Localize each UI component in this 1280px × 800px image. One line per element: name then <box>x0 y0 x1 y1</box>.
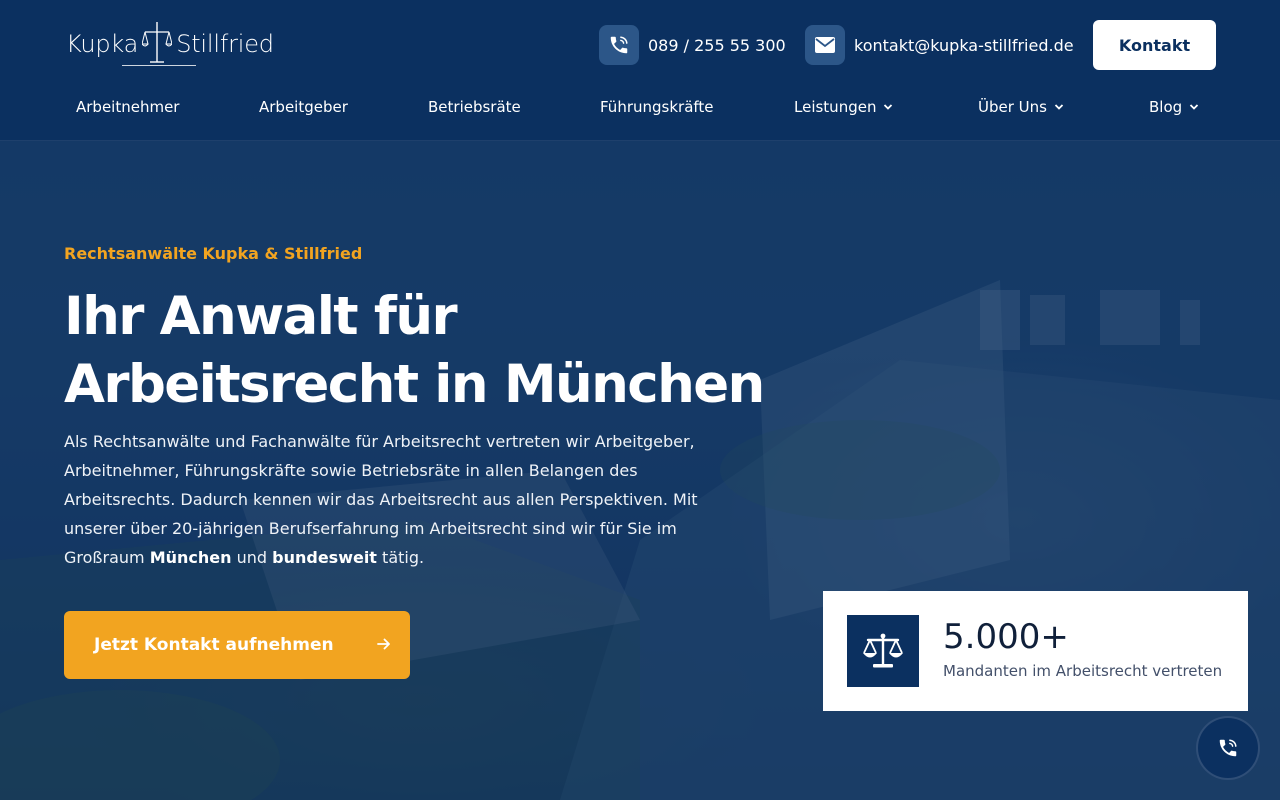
phone-icon <box>599 25 639 65</box>
page-title: Ihr Anwalt für Arbeitsrecht in München <box>64 286 765 415</box>
nav-item-label: Arbeitnehmer <box>76 98 180 116</box>
stat-label: Mandanten im Arbeitsrecht vertreten <box>943 662 1223 680</box>
logo-left-text: Kupka <box>66 30 139 58</box>
phone-call-icon <box>1219 739 1237 757</box>
header-phone-number: 089 / 255 55 300 <box>648 35 786 55</box>
nav-item-label: Leistungen <box>794 98 877 116</box>
floating-call-button[interactable] <box>1196 716 1260 780</box>
hero-intro: Als Rechtsanwälte und Fachanwälte für Ar… <box>64 427 724 572</box>
main-nav: Arbeitnehmer Arbeitgeber Betriebsräte Fü… <box>0 90 1280 126</box>
contact-button[interactable]: Kontakt <box>1093 20 1216 70</box>
intro-text-end: tätig. <box>376 548 425 567</box>
nav-item-leistungen[interactable]: Leistungen <box>794 98 893 116</box>
header-email-address: kontakt@kupka-stillfried.de <box>854 35 1074 55</box>
site-logo[interactable]: Kupka Stillfried <box>66 18 274 70</box>
nav-item-label: Über Uns <box>978 98 1047 116</box>
nav-item-label: Betriebsräte <box>428 98 521 116</box>
intro-text-mid: und <box>231 548 273 567</box>
header-phone-link[interactable]: 089 / 255 55 300 <box>599 25 786 65</box>
logo-underline <box>122 65 196 66</box>
nav-item-betriebsraete[interactable]: Betriebsräte <box>428 98 521 116</box>
stat-value: 5.000+ <box>943 617 1069 657</box>
nav-item-arbeitnehmer[interactable]: Arbeitnehmer <box>76 98 179 116</box>
intro-bold-muenchen: München <box>149 548 232 567</box>
cta-contact-button[interactable]: Jetzt Kontakt aufnehmen <box>64 611 410 679</box>
logo-scales-icon <box>142 22 173 63</box>
nav-item-fuehrungskraefte[interactable]: Führungskräfte <box>600 98 714 116</box>
site-header: Kupka Stillfried 089 / 255 55 300 kontak… <box>0 0 1280 141</box>
chevron-down-icon <box>1190 104 1199 110</box>
nav-item-blog[interactable]: Blog <box>1149 98 1199 116</box>
nav-item-label: Arbeitgeber <box>259 98 348 116</box>
logo-right-text: Stillfried <box>176 30 274 58</box>
arrow-right-icon <box>377 638 390 650</box>
stat-card: 5.000+ Mandanten im Arbeitsrecht vertret… <box>823 591 1248 711</box>
nav-item-label: Führungskräfte <box>600 98 714 116</box>
nav-item-ueber-uns[interactable]: Über Uns <box>978 98 1064 116</box>
chevron-down-icon <box>884 104 893 110</box>
chevron-down-icon <box>1054 104 1064 110</box>
cta-label: Jetzt Kontakt aufnehmen <box>94 635 334 655</box>
header-email-link[interactable]: kontakt@kupka-stillfried.de <box>805 25 1074 65</box>
intro-text-start: Als Rechtsanwälte und Fachanwälte für Ar… <box>64 432 698 567</box>
nav-item-arbeitgeber[interactable]: Arbeitgeber <box>259 98 348 116</box>
hero-eyebrow: Rechtsanwälte Kupka & Stillfried <box>64 244 363 263</box>
scales-icon <box>847 615 919 687</box>
nav-item-label: Blog <box>1149 98 1183 116</box>
intro-bold-bundesweit: bundesweit <box>272 548 377 567</box>
envelope-icon <box>805 25 845 65</box>
